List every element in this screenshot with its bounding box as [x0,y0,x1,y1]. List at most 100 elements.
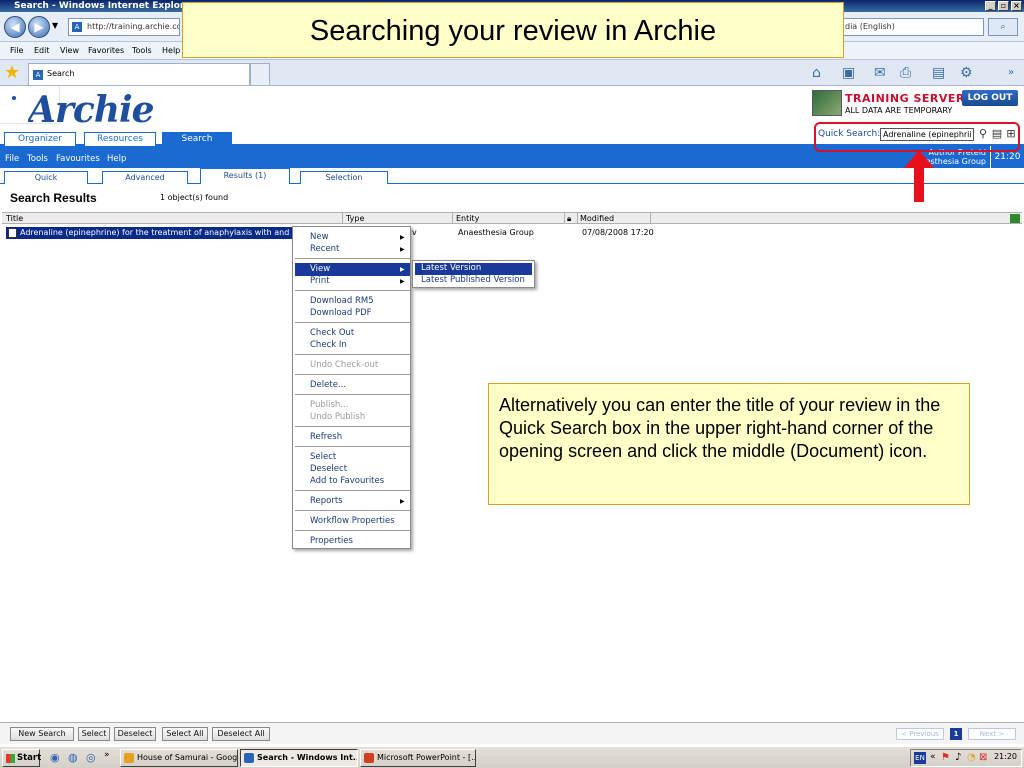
tray-status-icon[interactable]: ◔ [967,752,976,763]
new-search-button[interactable]: New Search [10,727,74,741]
chevron-right-icon[interactable]: » [104,750,110,760]
select-button[interactable]: Select [78,727,110,741]
menu-item-refresh[interactable]: Refresh [310,432,342,442]
tray-app-icon[interactable]: ⚑ [941,752,950,763]
quick-launch-outlook-icon[interactable]: ◍ [68,751,78,764]
menu-item-download-pdf[interactable]: Download PDF [310,308,372,318]
menu-edit[interactable]: Edit [34,46,50,55]
close-button[interactable]: × [1011,1,1022,11]
quick-launch-ie-icon[interactable]: ◉ [50,751,60,764]
menu-item-print[interactable]: Print [310,276,330,286]
document-icon[interactable]: ▤ [990,127,1004,141]
tools-icon[interactable]: ⚙ [960,64,973,82]
tab-search[interactable]: Search [162,132,232,146]
menu-item-view[interactable]: View [310,264,330,274]
chevron-right-icon[interactable]: » [1008,64,1014,82]
menu-view[interactable]: View [60,46,79,55]
volume-icon[interactable]: ♪ [955,752,961,763]
app-menu-favourites[interactable]: Favourites [56,154,100,164]
task-ie-search[interactable]: Search - Windows Int... [240,749,358,767]
menu-help[interactable]: Help [162,46,180,55]
menu-item-check-out[interactable]: Check Out [310,328,354,338]
tab-quick[interactable]: Quick [4,171,88,184]
task-google[interactable]: House of Samurai - Goog... [120,749,238,767]
print-icon[interactable]: ⎙ [900,64,911,82]
tab-results[interactable]: Results (1) [200,168,290,184]
feeds-icon[interactable]: ▣ [842,64,855,82]
logout-button[interactable]: LOG OUT [962,90,1018,106]
pager-next[interactable]: Next > [968,728,1016,740]
language-indicator[interactable]: EN [914,752,926,764]
maximize-button[interactable]: ▫ [998,1,1009,11]
browser-tab-search[interactable]: A Search [28,63,250,85]
favorites-star-icon[interactable]: ★ [4,63,20,83]
menu-item-select[interactable]: Select [310,452,336,462]
submenu-latest-version[interactable]: Latest Version [421,263,481,273]
menu-item-reports[interactable]: Reports [310,496,343,506]
binoculars-icon[interactable]: ⊞ [1004,127,1018,141]
app-menu-tools[interactable]: Tools [27,154,48,164]
page-icon[interactable]: ▤ [932,64,945,82]
new-tab-button[interactable] [250,63,270,85]
task-powerpoint[interactable]: Microsoft PowerPoint - [... [360,749,476,767]
menu-item-download-rm5[interactable]: Download RM5 [310,296,374,306]
menu-file[interactable]: File [10,46,23,55]
back-button[interactable]: ◀ [4,16,26,38]
tab-resources[interactable]: Resources [84,132,156,146]
tab-organizer[interactable]: Organizer [4,132,76,146]
menu-separator [295,490,410,491]
tab-advanced[interactable]: Advanced [102,171,188,184]
export-icon[interactable] [1010,214,1020,223]
browser-search-box[interactable]: dia (English) [840,18,984,36]
col-separator [577,213,578,224]
forward-button[interactable]: ▶ [28,16,50,38]
menu-tools[interactable]: Tools [132,46,152,55]
pager-current[interactable]: 1 [950,728,962,740]
row-title-text: Adrenaline (epinephrine) for the treatme… [20,228,310,237]
quick-launch-ie2-icon[interactable]: ◎ [86,751,96,764]
security-icon[interactable]: ⊠ [979,752,987,763]
menu-item-deselect[interactable]: Deselect [310,464,347,474]
search-icon[interactable]: ⚲ [976,127,990,141]
pager-previous[interactable]: < Previous [896,728,944,740]
menu-separator [295,354,410,355]
row-title[interactable]: Adrenaline (epinephrine) for the treatme… [6,227,310,239]
windows-logo-icon [6,754,15,763]
col-separator [452,213,453,224]
deselect-button[interactable]: Deselect [114,727,156,741]
quick-search-input[interactable]: Adrenaline (epinephrii [880,128,974,141]
minimize-button[interactable]: _ [985,1,996,11]
mail-icon[interactable]: ✉ [874,64,886,82]
search-icon[interactable]: ⌕ [988,18,1018,36]
home-icon[interactable]: ⌂ [812,64,821,82]
windows-taskbar: Start ◉ ◍ ◎ » House of Samurai - Goog...… [0,746,1024,768]
tab-selection[interactable]: Selection [300,171,388,184]
select-all-button[interactable]: Select All [162,727,208,741]
deselect-all-button[interactable]: Deselect All [212,727,270,741]
menu-item-recent[interactable]: Recent [310,244,339,254]
menu-item-properties[interactable]: Properties [310,536,353,546]
submenu-latest-published-version[interactable]: Latest Published Version [421,275,525,285]
col-title[interactable]: Title [6,214,23,223]
table-row[interactable]: Adrenaline (epinephrine) for the treatme… [2,226,1022,240]
chevron-left-icon[interactable]: « [930,752,936,762]
menu-item-delete[interactable]: Delete... [310,380,346,390]
submenu-arrow-icon: ▶ [400,266,405,273]
row-type: v [412,228,417,237]
menu-favorites[interactable]: Favorites [88,46,124,55]
col-entity[interactable]: Entity [456,214,479,223]
menu-item-check-in[interactable]: Check In [310,340,347,350]
menu-item-new[interactable]: New [310,232,329,242]
address-bar[interactable]: A http://training.archie.cochr [68,18,180,36]
app-menu-file[interactable]: File [5,154,19,164]
instruction-callout: Alternatively you can enter the title of… [488,383,970,505]
history-dropdown-icon[interactable]: ▼ [52,21,58,30]
col-modified[interactable]: Modified [580,214,614,223]
system-tray: EN « ⚑ ♪ ◔ ⊠ 21:20 [910,749,1022,767]
document-icon [8,228,17,238]
app-menu-help[interactable]: Help [107,154,126,164]
col-type[interactable]: Type [346,214,364,223]
menu-item-workflow-properties[interactable]: Workflow Properties [310,516,395,526]
start-button[interactable]: Start [2,749,41,767]
menu-item-add-to-favourites[interactable]: Add to Favourites [310,476,384,486]
